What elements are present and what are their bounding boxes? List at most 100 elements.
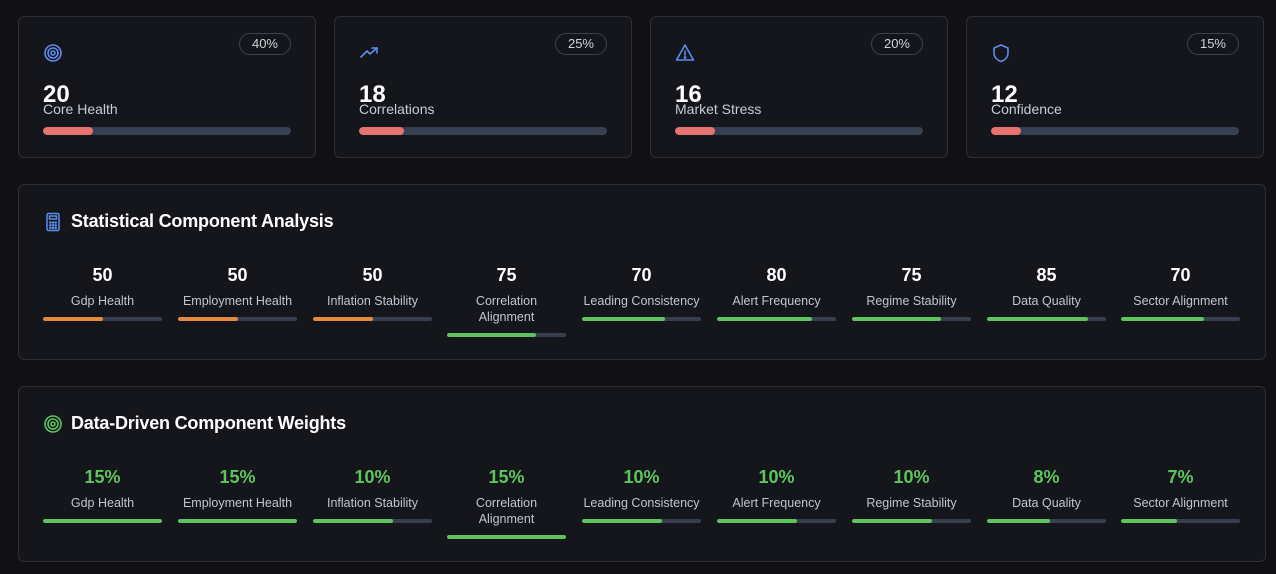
metric-value: 70 (1170, 265, 1191, 285)
metric-label: Inflation Stability (326, 294, 419, 308)
metric-correlation-alignment: 15% Correlation Alignment (447, 465, 566, 539)
metric-label: Gdp Health (70, 496, 135, 510)
progress-fill (991, 127, 1021, 135)
summary-card-core-health: 40% 20 Core Health (18, 16, 316, 158)
progress-fill (675, 127, 715, 135)
metric-progress-bar (43, 519, 162, 523)
progress-bar (359, 127, 607, 135)
metric-label: Regime Stability (866, 496, 957, 510)
metric-progress-fill (582, 317, 666, 321)
metric-progress-bar (582, 317, 701, 321)
metric-leading-consistency: 70 Leading Consistency (582, 263, 701, 321)
metric-value: 50 (227, 265, 248, 285)
metric-progress-fill (43, 519, 162, 523)
metric-leading-consistency: 10% Leading Consistency (582, 465, 701, 523)
metric-progress-fill (852, 317, 942, 321)
metric-label: Alert Frequency (732, 496, 821, 510)
progress-bar (991, 127, 1239, 135)
panel-title: Data-Driven Component Weights (71, 413, 346, 433)
metric-label: Regime Stability (866, 294, 957, 308)
metric-progress-bar (987, 317, 1106, 321)
metric-progress-fill (1121, 317, 1205, 321)
target-icon (43, 43, 63, 63)
progress-fill (359, 127, 404, 135)
progress-fill (43, 127, 93, 135)
metric-progress-bar (178, 519, 297, 523)
metric-value: 50 (92, 265, 113, 285)
metric-progress-fill (178, 317, 238, 321)
metric-inflation-stability: 50 Inflation Stability (313, 263, 432, 321)
metric-value: 10% (623, 467, 660, 487)
metric-label: Employment Health (182, 496, 293, 510)
metric-value: 75 (901, 265, 922, 285)
progress-bar (43, 127, 291, 135)
metric-progress-bar (852, 519, 971, 523)
metric-progress-fill (447, 333, 537, 337)
metric-employment-health: 15% Employment Health (178, 465, 297, 523)
weight-badge: 15% (1186, 33, 1239, 55)
metric-progress-fill (987, 519, 1051, 523)
metric-progress-bar (987, 519, 1106, 523)
metric-progress-bar (717, 317, 836, 321)
score-label: Market Stress (675, 101, 762, 117)
metric-progress-bar (582, 519, 701, 523)
panel-title: Statistical Component Analysis (71, 211, 334, 231)
metric-sector-alignment: 70 Sector Alignment (1121, 263, 1240, 321)
metric-value: 7% (1167, 467, 1194, 487)
metric-label: Correlation Alignment (475, 294, 538, 324)
metric-alert-frequency: 80 Alert Frequency (717, 263, 836, 321)
metric-value: 15% (219, 467, 256, 487)
summary-card-market-stress: 20% 16 Market Stress (650, 16, 948, 158)
weight-badge: 25% (554, 33, 607, 55)
metric-progress-fill (313, 317, 373, 321)
metric-employment-health: 50 Employment Health (178, 263, 297, 321)
metric-correlation-alignment: 75 Correlation Alignment (447, 263, 566, 337)
trending-up-icon (359, 43, 379, 63)
metric-progress-bar (447, 535, 566, 539)
metric-label: Gdp Health (70, 294, 135, 308)
metric-value: 10% (893, 467, 930, 487)
metric-label: Inflation Stability (326, 496, 419, 510)
metric-value: 15% (84, 467, 121, 487)
metric-value: 10% (354, 467, 391, 487)
metric-label: Alert Frequency (732, 294, 821, 308)
metric-value: 10% (758, 467, 795, 487)
metric-label: Leading Consistency (583, 294, 700, 308)
panel-header: Statistical Component Analysis (43, 211, 334, 232)
metric-value: 8% (1033, 467, 1060, 487)
metric-progress-bar (852, 317, 971, 321)
metric-regime-stability: 75 Regime Stability (852, 263, 971, 321)
statistical-analysis-panel: Statistical Component Analysis 50 Gdp Hea… (18, 184, 1266, 360)
metric-label: Data Quality (1012, 294, 1081, 308)
panel-header: Data-Driven Component Weights (43, 413, 346, 434)
metric-label: Correlation Alignment (475, 496, 538, 526)
metric-alert-frequency: 10% Alert Frequency (717, 465, 836, 523)
metric-progress-bar (1121, 317, 1240, 321)
metric-progress-fill (987, 317, 1089, 321)
metric-progress-bar (178, 317, 297, 321)
metric-label: Leading Consistency (583, 496, 700, 510)
score-label: Core Health (43, 101, 118, 117)
metric-sector-alignment: 7% Sector Alignment (1121, 465, 1240, 523)
metric-value: 80 (766, 265, 787, 285)
calculator-icon (43, 212, 63, 232)
metric-progress-fill (1121, 519, 1177, 523)
metric-gdp-health: 15% Gdp Health (43, 465, 162, 523)
metric-value: 75 (496, 265, 517, 285)
metric-progress-fill (178, 519, 297, 523)
metric-progress-bar (1121, 519, 1240, 523)
metric-label: Employment Health (182, 294, 293, 308)
weight-badge: 40% (238, 33, 291, 55)
metric-progress-fill (717, 317, 813, 321)
metric-progress-fill (447, 535, 566, 539)
metric-label: Data Quality (1012, 496, 1081, 510)
progress-bar (675, 127, 923, 135)
metric-progress-bar (313, 519, 432, 523)
metric-progress-fill (43, 317, 103, 321)
metric-progress-fill (852, 519, 932, 523)
metric-value: 15% (488, 467, 525, 487)
metric-progress-fill (717, 519, 797, 523)
metric-value: 85 (1036, 265, 1057, 285)
target-icon (43, 414, 63, 434)
metric-label: Sector Alignment (1133, 496, 1228, 510)
